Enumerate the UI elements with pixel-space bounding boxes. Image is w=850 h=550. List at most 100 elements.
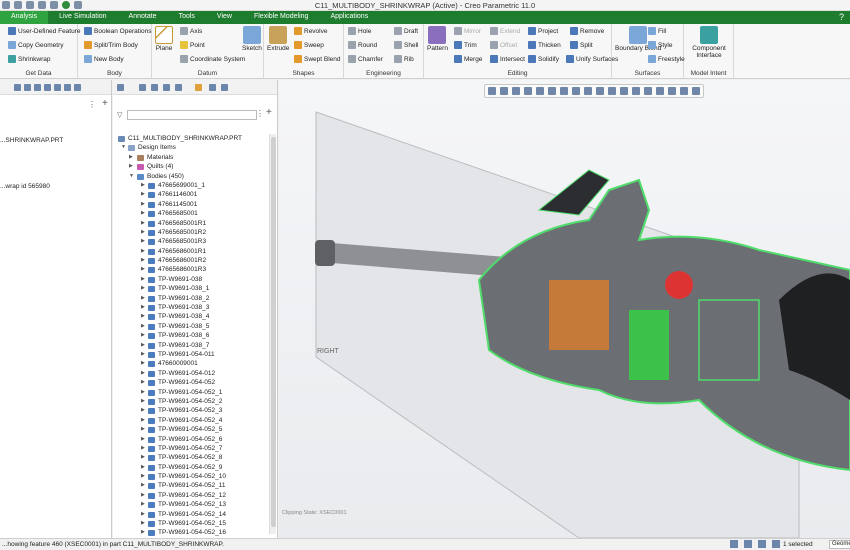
pattern-button[interactable]: Pattern bbox=[427, 26, 448, 52]
expand-arrow-icon[interactable]: ▶ bbox=[141, 209, 145, 218]
expand-arrow-icon[interactable]: ▶ bbox=[141, 500, 145, 509]
tree-filter-toggle-icon[interactable]: ▽ bbox=[117, 111, 122, 119]
tree-body-row[interactable]: ▶ TP-W9691-054-052_3 bbox=[113, 406, 273, 415]
tree-overflow-icon[interactable]: ⋮ bbox=[256, 109, 264, 118]
expand-arrow-icon[interactable]: ▶ bbox=[141, 247, 145, 256]
layer-icon[interactable] bbox=[14, 84, 21, 91]
tree-design-items-row[interactable]: ▼ Design Items bbox=[113, 143, 273, 152]
expand-arrow-icon[interactable]: ▶ bbox=[141, 425, 145, 434]
group-label-get-data[interactable]: Get Data bbox=[0, 70, 77, 77]
unify-surfaces-button[interactable]: Unify Surfaces bbox=[566, 55, 618, 63]
columns-icon[interactable] bbox=[44, 84, 51, 91]
group-label-shapes[interactable]: Shapes bbox=[264, 70, 343, 77]
group-label-datum[interactable]: Datum bbox=[152, 70, 263, 77]
sketch-button[interactable]: Sketch bbox=[242, 26, 262, 52]
tree-find-icon[interactable] bbox=[209, 84, 216, 91]
group-label-body[interactable]: Body bbox=[78, 70, 151, 77]
tree-body-row[interactable]: ▶ TP-W9691-038_7 bbox=[113, 341, 273, 350]
tree-settings-icon[interactable] bbox=[117, 84, 124, 91]
tree-bodies-row[interactable]: ▼ Bodies (450) bbox=[113, 172, 273, 181]
find-mode-icon[interactable] bbox=[744, 540, 752, 548]
tree-body-row[interactable]: ▶ TP-W9691-038 bbox=[113, 275, 273, 284]
tab-tools[interactable]: Tools bbox=[168, 11, 206, 24]
expand-arrow-icon[interactable]: ▶ bbox=[141, 472, 145, 481]
expand-arrow-icon[interactable]: ▶ bbox=[141, 463, 145, 472]
tree-info-icon[interactable] bbox=[221, 84, 228, 91]
tree-columns-icon[interactable] bbox=[151, 84, 158, 91]
split-trim-body-button[interactable]: Split/Trim Body bbox=[84, 41, 138, 49]
expand-arrow-icon[interactable]: ▶ bbox=[141, 406, 145, 415]
tree-body-row[interactable]: ▶ 47665685001R1 bbox=[113, 219, 273, 228]
split-button[interactable]: Split bbox=[570, 41, 593, 49]
tree-highlight-icon[interactable] bbox=[195, 84, 202, 91]
extrude-button[interactable]: Extrude bbox=[267, 26, 289, 52]
group-label-editing[interactable]: Editing bbox=[424, 70, 611, 77]
boolean-operations-button[interactable]: Boolean Operations bbox=[84, 27, 151, 35]
tree-layer-icon[interactable] bbox=[175, 84, 182, 91]
tree-body-row[interactable]: ▶ TP-W9691-054-052_14 bbox=[113, 510, 273, 519]
tree-body-row[interactable]: ▶ 47665686001R3 bbox=[113, 265, 273, 274]
tab-live-simulation[interactable]: Live Simulation bbox=[48, 11, 117, 24]
chamfer-button[interactable]: Chamfer bbox=[348, 55, 383, 63]
tree-body-row[interactable]: ▶ TP-W9691-054-052_10 bbox=[113, 472, 273, 481]
rib-button[interactable]: Rib bbox=[394, 55, 414, 63]
expand-arrow-icon[interactable]: ▶ bbox=[141, 219, 145, 228]
graphics-viewport[interactable]: RIGHT Clipping State: XSEC0001 bbox=[279, 80, 850, 538]
expand-arrow-icon[interactable]: ▶ bbox=[141, 416, 145, 425]
expand-arrow-icon[interactable]: ▶ bbox=[141, 256, 145, 265]
project-button[interactable]: Project bbox=[528, 27, 558, 35]
tree-body-row[interactable]: ▶ TP-W9691-038_1 bbox=[113, 284, 273, 293]
tree-show-icon[interactable] bbox=[163, 84, 170, 91]
tree-body-row[interactable]: ▶ 47661146001 bbox=[113, 190, 273, 199]
tree-search-input[interactable] bbox=[127, 110, 257, 120]
expand-arrow-icon[interactable]: ▶ bbox=[141, 350, 145, 359]
copy-geometry-button[interactable]: Copy Geometry bbox=[8, 41, 64, 49]
tree-add-icon[interactable]: + bbox=[266, 107, 272, 118]
expand-arrow-icon[interactable]: ▶ bbox=[141, 359, 145, 368]
tree-quilts-row[interactable]: ▶ Quilts (4) bbox=[113, 162, 273, 171]
tree-body-row[interactable]: ▶ TP-W9691-054-052_13 bbox=[113, 500, 273, 509]
tree-body-row[interactable]: ▶ TP-W9691-054-052 bbox=[113, 378, 273, 387]
expand-arrow-icon[interactable]: ▶ bbox=[141, 453, 145, 462]
sync-icon[interactable] bbox=[772, 540, 780, 548]
style-button[interactable]: Style bbox=[648, 41, 672, 49]
tab-annotate[interactable]: Annotate bbox=[118, 11, 168, 24]
component-interface-button[interactable]: Component Interface bbox=[689, 26, 729, 59]
expand-arrow-icon[interactable]: ▶ bbox=[141, 312, 145, 321]
tree-root-row[interactable]: C11_MULTIBODY_SHRINKWRAP.PRT bbox=[113, 134, 273, 143]
hole-button[interactable]: Hole bbox=[348, 27, 371, 35]
tree-body-row[interactable]: ▶ TP-W9691-054-012 bbox=[113, 369, 273, 378]
tree-body-row[interactable]: ▶ TP-W9691-054-052_12 bbox=[113, 491, 273, 500]
expand-arrow-icon[interactable]: ▶ bbox=[141, 388, 145, 397]
offset-button[interactable]: Offset bbox=[490, 41, 517, 49]
intersect-button[interactable]: Intersect bbox=[490, 55, 525, 63]
tree-body-row[interactable]: ▶ 47665685001R3 bbox=[113, 237, 273, 246]
tree-body-row[interactable]: ▶ TP-W9691-054-052_8 bbox=[113, 453, 273, 462]
fill-button[interactable]: Fill bbox=[648, 27, 666, 35]
find-icon[interactable] bbox=[64, 84, 71, 91]
expand-arrow-icon[interactable]: ▶ bbox=[141, 181, 145, 190]
collapse-arrow-icon[interactable]: ▼ bbox=[121, 143, 126, 152]
tab-view[interactable]: View bbox=[206, 11, 243, 24]
tree-body-row[interactable]: ▶ 47660009001 bbox=[113, 359, 273, 368]
expand-arrow-icon[interactable]: ▶ bbox=[141, 378, 145, 387]
expand-arrow-icon[interactable]: ▶ bbox=[141, 331, 145, 340]
expand-arrow-icon[interactable]: ▶ bbox=[141, 369, 145, 378]
expand-arrow-icon[interactable]: ▶ bbox=[141, 284, 145, 293]
tree-filter-icon[interactable] bbox=[139, 84, 146, 91]
thicken-button[interactable]: Thicken bbox=[528, 41, 561, 49]
mirror-button[interactable]: Mirror bbox=[454, 27, 481, 35]
extend-button[interactable]: Extend bbox=[490, 27, 520, 35]
round-button[interactable]: Round bbox=[348, 41, 377, 49]
settings-icon[interactable] bbox=[24, 84, 31, 91]
tree-body-row[interactable]: ▶ TP-W9691-038_3 bbox=[113, 303, 273, 312]
add-icon[interactable]: + bbox=[102, 98, 108, 109]
expand-arrow-icon[interactable]: ▶ bbox=[141, 275, 145, 284]
tree-body-row[interactable]: ▶ 47665686001R2 bbox=[113, 256, 273, 265]
tree-body-row[interactable]: ▶ TP-W9691-038_5 bbox=[113, 322, 273, 331]
tree-body-row[interactable]: ▶ TP-W9691-054-052_7 bbox=[113, 444, 273, 453]
tree-body-row[interactable]: ▶ 47665685001 bbox=[113, 209, 273, 218]
tab-flexible-modeling[interactable]: Flexible Modeling bbox=[243, 11, 319, 24]
info-icon[interactable] bbox=[74, 84, 81, 91]
shell-button[interactable]: Shell bbox=[394, 41, 418, 49]
